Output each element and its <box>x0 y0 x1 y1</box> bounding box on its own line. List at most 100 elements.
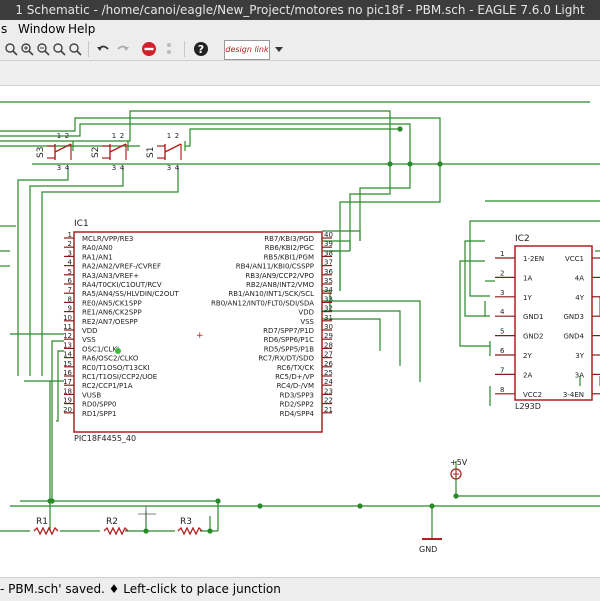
menu-item-help[interactable]: Help <box>68 20 95 38</box>
switch-s2: 1 2 3 4 S2 <box>91 132 127 172</box>
ic1-pin-number: 37 <box>324 259 333 267</box>
switch-s1: 1 2 3 4 S1 <box>146 132 182 172</box>
ic1-pin-label: RB0/AN12/INT0/FLT0/SDI/SDA <box>211 299 314 307</box>
switch-pin-number: 1 <box>167 132 171 140</box>
ic2-name: IC2 <box>515 234 530 244</box>
ic1-pin-number: 24 <box>324 378 333 386</box>
ic1-pin-number: 14 <box>63 351 72 359</box>
redo-icon[interactable] <box>114 40 132 58</box>
switch-pin-number: 4 <box>65 164 70 172</box>
junction-dot <box>429 503 435 509</box>
ic1-pin-number: 1 <box>68 231 72 239</box>
wire <box>322 300 421 382</box>
menu-item-window[interactable]: Window <box>18 20 65 38</box>
ic2-pin-number: 5 <box>500 328 504 336</box>
ic1-pin-label: RB6/KBI2/PGC <box>265 244 314 252</box>
ic2-pin-number: 1 <box>500 250 504 258</box>
wire <box>0 123 411 164</box>
ic1-pin-label: RC0/T1OSO/T13CKI <box>82 364 150 372</box>
ic1-pin-number: 38 <box>324 249 333 257</box>
ic1-pin-label: RD4/SPP4 <box>280 410 315 418</box>
wire <box>464 240 490 317</box>
ic1-pin-number: 22 <box>324 397 333 405</box>
ic1-value: PIC18F4455_40 <box>74 434 136 443</box>
ic2-pin-label: 1-2EN <box>523 255 544 263</box>
ic1-pin-number: 7 <box>68 286 72 294</box>
ic1-pin-number: 21 <box>324 406 333 414</box>
main-toolbar: ? design link <box>0 38 600 61</box>
switch-label: S3 <box>36 147 46 158</box>
ic2-pin-label: VCC2 <box>523 391 542 399</box>
ic2-pin-label: GND1 <box>523 313 544 321</box>
ic2-pin-number: 6 <box>500 347 505 355</box>
ic1-pin-number: 13 <box>63 341 72 349</box>
ic1-pin-number: 23 <box>324 387 333 395</box>
switch-label: S1 <box>146 147 156 158</box>
undo-icon[interactable] <box>94 40 112 58</box>
ic1-pin-label: RE1/AN6/CK2SPP <box>82 309 142 317</box>
switch-pin-number: 1 <box>112 132 116 140</box>
junction-dot <box>437 161 443 167</box>
ic2-pin-label: 1Y <box>523 294 532 302</box>
ic1-pin-label: VDD <box>298 309 314 317</box>
ic1-pin-number: 3 <box>68 249 72 257</box>
chevron-down-icon[interactable] <box>270 40 288 58</box>
ic1-pin-label: RC5/D+/VP <box>275 373 314 381</box>
junction-dot <box>207 528 213 534</box>
zoom-select-icon[interactable] <box>66 40 84 58</box>
ic1-pin-label: RB4/AN11/KBI0/CSSPP <box>236 263 314 271</box>
go-icon[interactable] <box>160 40 178 58</box>
junction-dot <box>143 528 149 534</box>
resistor-symbol <box>33 526 59 536</box>
window-title: 1 Schematic - /home/canoi/eagle/New_Proj… <box>15 3 585 17</box>
switch-pin-number: 1 <box>57 132 61 140</box>
ic1-pin-label: RD0/SPP0 <box>82 401 116 409</box>
ic1-pin-label: VSS <box>300 318 314 326</box>
menu-bar: s Window Help <box>0 20 600 38</box>
status-message: - PBM.sch' saved. ♦ Left-click to place … <box>0 582 281 596</box>
ic1-pin-label: VUSB <box>82 391 101 399</box>
ic1-pin-number: 40 <box>324 231 333 239</box>
ic1-pin-number: 34 <box>324 286 333 294</box>
ic1-pin-label: MCLR/VPP/RE3 <box>82 235 133 243</box>
ic1-pin-label: RA4/T0CKI/C1OUT/RCV <box>82 281 162 289</box>
ground-label: GND <box>419 545 437 554</box>
menu-item-options[interactable]: s <box>1 20 7 38</box>
stop-icon[interactable] <box>140 40 158 58</box>
ic1-pin-label: RD3/SPP3 <box>280 391 314 399</box>
ic1-pin-number: 10 <box>63 314 72 322</box>
ic1-name: IC1 <box>74 219 89 229</box>
ic2-pin-label: 3-4EN <box>563 391 584 399</box>
ic2-pin-label: 4A <box>575 274 584 282</box>
svg-text:?: ? <box>198 43 204 56</box>
ic1-pin-label: VSS <box>82 336 96 344</box>
switch-contact <box>109 143 127 153</box>
junction-dot <box>397 126 403 132</box>
ic2-pin-number: 3 <box>500 289 504 297</box>
wire <box>469 220 490 297</box>
switch-label: S2 <box>91 147 101 158</box>
junction-dot <box>47 498 53 504</box>
ic1-pin-label: RC4/D-/VM <box>277 382 314 390</box>
ic2-pin-label: GND4 <box>563 333 584 341</box>
ic1-pin-label: RD7/SPP7/P1D <box>263 327 314 335</box>
ic2-pin-number: 2 <box>500 269 504 277</box>
resistor-symbol <box>177 526 203 536</box>
ic1-origin-mark: + <box>196 331 204 341</box>
help-icon[interactable]: ? <box>192 40 210 58</box>
ic1-pin-number: 30 <box>324 323 333 331</box>
osc-marker <box>115 348 121 354</box>
schematic-canvas[interactable]: 1 2 3 4 S3 1 2 3 4 S2 1 2 3 4 S1 IC1 PIC18F4455_40 +1 MCLR… <box>0 86 600 576</box>
junction-dot <box>387 161 393 167</box>
toolbar-separator <box>88 41 89 57</box>
resistor-label: R2 <box>106 517 118 527</box>
ic1-pin-number: 11 <box>63 323 72 331</box>
resistor-symbol <box>103 526 129 536</box>
schematic-drawing[interactable]: 1 23 4S31 23 4S21 23 4S1IC1PIC18F4455_40+1 MCLR… <box>0 86 600 576</box>
wire <box>17 166 69 376</box>
ic1-pin-number: 9 <box>68 305 72 313</box>
design-link-button[interactable]: design link <box>224 40 270 60</box>
ic2-pin-label: 2Y <box>523 352 532 360</box>
junction-dot <box>407 161 413 167</box>
ic1-pin-number: 18 <box>63 387 72 395</box>
